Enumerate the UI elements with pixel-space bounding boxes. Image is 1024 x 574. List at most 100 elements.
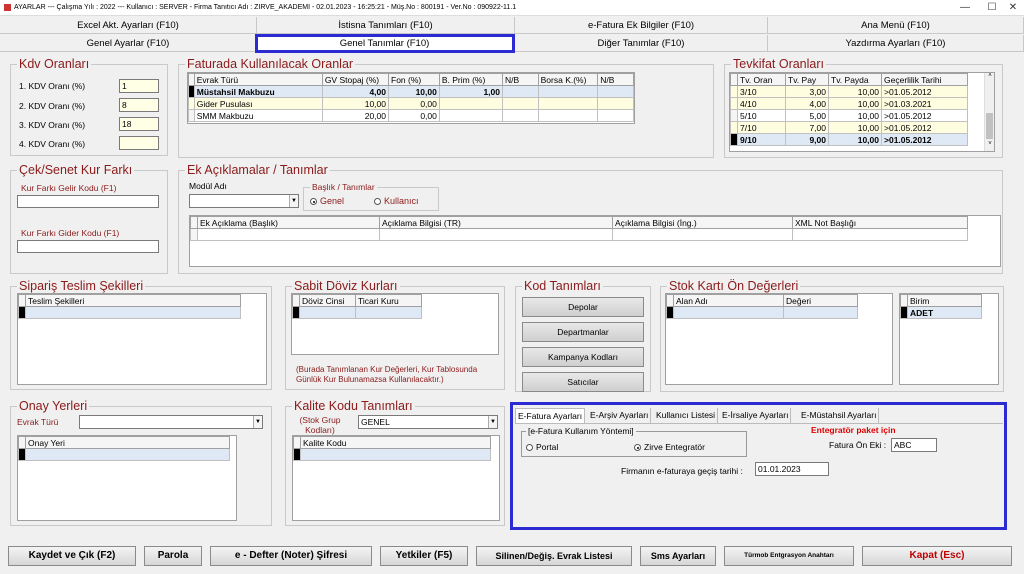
yetkiler-button[interactable]: Yetkiler (F5) [380,546,468,566]
radio-genel[interactable]: Genel [310,196,344,206]
col-tv-oran[interactable]: Tv. Oran [737,73,786,86]
silinen-evrak-listesi-button[interactable]: Silinen/Değiş. Evrak Listesi [476,546,632,566]
stok-grup-select[interactable]: GENEL ▼ [358,415,498,429]
tab-eirsaliye-ayarlari[interactable]: E-İrsaliye Ayarları [720,408,792,423]
col-degeri[interactable]: Değeri [783,294,858,307]
col-doviz-cinsi[interactable]: Döviz Cinsi [299,294,356,307]
table-row[interactable] [666,306,858,319]
faturada-grid[interactable]: Evrak Türü GV Stopaj (%) Fon (%) B. Prim… [187,72,635,124]
evrak-turu-select[interactable]: ▼ [79,415,263,429]
edefter-sifresi-button[interactable]: e - Defter (Noter) Şifresi [210,546,372,566]
table-row[interactable] [292,306,422,319]
tab-diger-tanimlar[interactable]: Diğer Tanımlar (F10) [515,35,768,52]
siparis-group: Sipariş Teslim Şekilleri Teslim Şekiller… [10,279,272,390]
radio-unselected-icon[interactable] [374,198,381,206]
turmob-entegrasyon-button[interactable]: Türmob Entgrasyon Anahtarı [724,546,854,566]
radio-unselected-icon[interactable] [526,444,533,452]
chevron-up-icon[interactable]: ˄ [986,73,994,79]
tab-genel-tanimlar[interactable]: Genel Tanımlar (F10) [255,34,515,53]
table-row[interactable]: 4/10 4,00 10,00 >01.03.2021 [730,97,968,110]
table-row[interactable] [18,448,230,461]
radio-zirve-entegrator[interactable]: Zirve Entegratör [634,442,705,452]
table-row[interactable]: 7/10 7,00 10,00 >01.05.2012 [730,121,968,134]
radio-portal[interactable]: Portal [526,442,558,452]
col-alan-adi[interactable]: Alan Adı [673,294,784,307]
col-evrak-turu[interactable]: Evrak Türü [193,73,323,86]
tab-kullanici-listesi[interactable]: Kullanıcı Listesi [654,408,719,423]
tab-yazdirma-ayarlari[interactable]: Yazdırma Ayarları (F10) [768,35,1024,52]
kdv-input-2[interactable]: 8 [119,98,159,112]
dropdown-arrow-icon[interactable]: ▼ [253,416,262,428]
col-kalite-kodu[interactable]: Kalite Kodu [300,436,491,449]
table-row[interactable]: 3/10 3,00 10,00 >01.05.2012 [730,85,968,98]
tab-excel-aktarim[interactable]: Excel Akt. Ayarları (F10) [0,17,257,34]
tevkifat-grid[interactable]: Tv. Oran Tv. Pay Tv. Payda Geçerlilik Ta… [729,72,995,152]
table-row[interactable]: 9/10 9,00 10,00 >01.05.2012 [730,133,968,146]
col-xml-not[interactable]: XML Not Başlığı [792,216,968,229]
fatura-on-eki-input[interactable]: ABC [891,438,937,452]
table-row[interactable]: Gider Pusulası 10,00 0,00 [188,97,634,110]
col-birim[interactable]: Birim [907,294,982,307]
table-row[interactable]: 5/10 5,00 10,00 >01.05.2012 [730,109,968,122]
stok-karti-grid[interactable]: Alan Adı Değeri [665,293,893,385]
table-row[interactable] [293,448,491,461]
sabit-doviz-grid[interactable]: Döviz Cinsi Ticari Kuru [291,293,499,355]
tevkifat-scrollbar[interactable]: ˄ ˅ [984,73,994,151]
gecis-tarihi-input[interactable]: 01.01.2023 [755,462,829,476]
col-gv-stopaj[interactable]: GV Stopaj (%) [321,73,390,86]
saticilar-button[interactable]: Satıcılar [522,372,644,392]
depolar-button[interactable]: Depolar [522,297,644,317]
onay-grid[interactable]: Onay Yeri [17,435,237,521]
kampanya-kodlari-button[interactable]: Kampanya Kodları [522,347,644,367]
kur-farki-gelir-input[interactable] [17,195,159,208]
col-aciklama-tr[interactable]: Açıklama Bilgisi (TR) [379,216,613,229]
kaydet-ve-cik-button[interactable]: Kaydet ve Çık (F2) [8,546,136,566]
chevron-down-icon[interactable]: ˅ [986,141,994,147]
table-row[interactable] [190,228,968,241]
col-borsa[interactable]: Borsa K.(%) [537,73,599,86]
radio-kullanici[interactable]: Kullanıcı [374,196,419,206]
table-row[interactable]: ADET [900,306,982,319]
kapat-button[interactable]: Kapat (Esc) [862,546,1012,566]
tab-earsiv-ayarlari[interactable]: E-Arşiv Ayarları [588,408,652,423]
col-ek-aciklama-baslik[interactable]: Ek Açıklama (Başlık) [197,216,380,229]
ek-aciklama-grid[interactable]: Ek Açıklama (Başlık) Açıklama Bilgisi (T… [189,215,1001,267]
table-row[interactable]: SMM Makbuzu 20,00 0,00 [188,109,634,122]
tab-genel-ayarlar[interactable]: Genel Ayarlar (F10) [0,35,257,52]
tab-efatura-ayarlari[interactable]: E-Fatura Ayarları [515,408,586,423]
table-row[interactable] [18,306,241,319]
col-aciklama-ing[interactable]: Açıklama Bilgisi (İng.) [612,216,793,229]
close-icon[interactable]: ✕ [996,0,1024,16]
parola-button[interactable]: Parola [144,546,202,566]
col-tv-payda[interactable]: Tv. Payda [828,73,882,86]
kdv-input-1[interactable]: 1 [119,79,159,93]
siparis-grid[interactable]: Teslim Şekilleri [17,293,267,385]
departmanlar-button[interactable]: Departmanlar [522,322,644,342]
col-fon[interactable]: Fon (%) [388,73,440,86]
tab-emustahsil-ayarlari[interactable]: E-Müstahsil Ayarları [799,408,880,423]
col-gecerlilik[interactable]: Geçerlilik Tarihi [881,73,968,86]
col-teslim-sekilleri[interactable]: Teslim Şekilleri [25,294,241,307]
dropdown-arrow-icon[interactable]: ▼ [488,416,497,428]
kalite-grid[interactable]: Kalite Kodu [292,435,500,521]
col-nb-1[interactable]: N/B [501,73,539,86]
modul-adi-select[interactable]: ▼ [189,194,299,208]
sms-ayarlari-button[interactable]: Sms Ayarları [640,546,716,566]
tab-ana-menu[interactable]: Ana Menü (F10) [768,17,1024,34]
table-row[interactable]: Müstahsil Makbuzu 4,00 10,00 1,00 [188,85,634,98]
col-tv-pay[interactable]: Tv. Pay [785,73,829,86]
col-ticari-kuru[interactable]: Ticari Kuru [355,294,422,307]
birim-grid[interactable]: Birim ADET [899,293,999,385]
col-nb-2[interactable]: N/B [597,73,634,86]
tab-istisna[interactable]: İstisna Tanımları (F10) [257,17,515,34]
radio-selected-icon[interactable] [634,444,641,452]
radio-selected-icon[interactable] [310,198,317,206]
kdv-input-3[interactable]: 18 [119,117,159,131]
kur-farki-gider-input[interactable] [17,240,159,253]
tab-efatura-ek[interactable]: e-Fatura Ek Bilgiler (F10) [515,17,768,34]
kdv-input-4[interactable] [119,136,159,150]
col-onay-yeri[interactable]: Onay Yeri [25,436,230,449]
col-b-prim[interactable]: B. Prim (%) [438,73,503,86]
scroll-thumb[interactable] [986,113,993,139]
dropdown-arrow-icon[interactable]: ▼ [289,195,298,207]
